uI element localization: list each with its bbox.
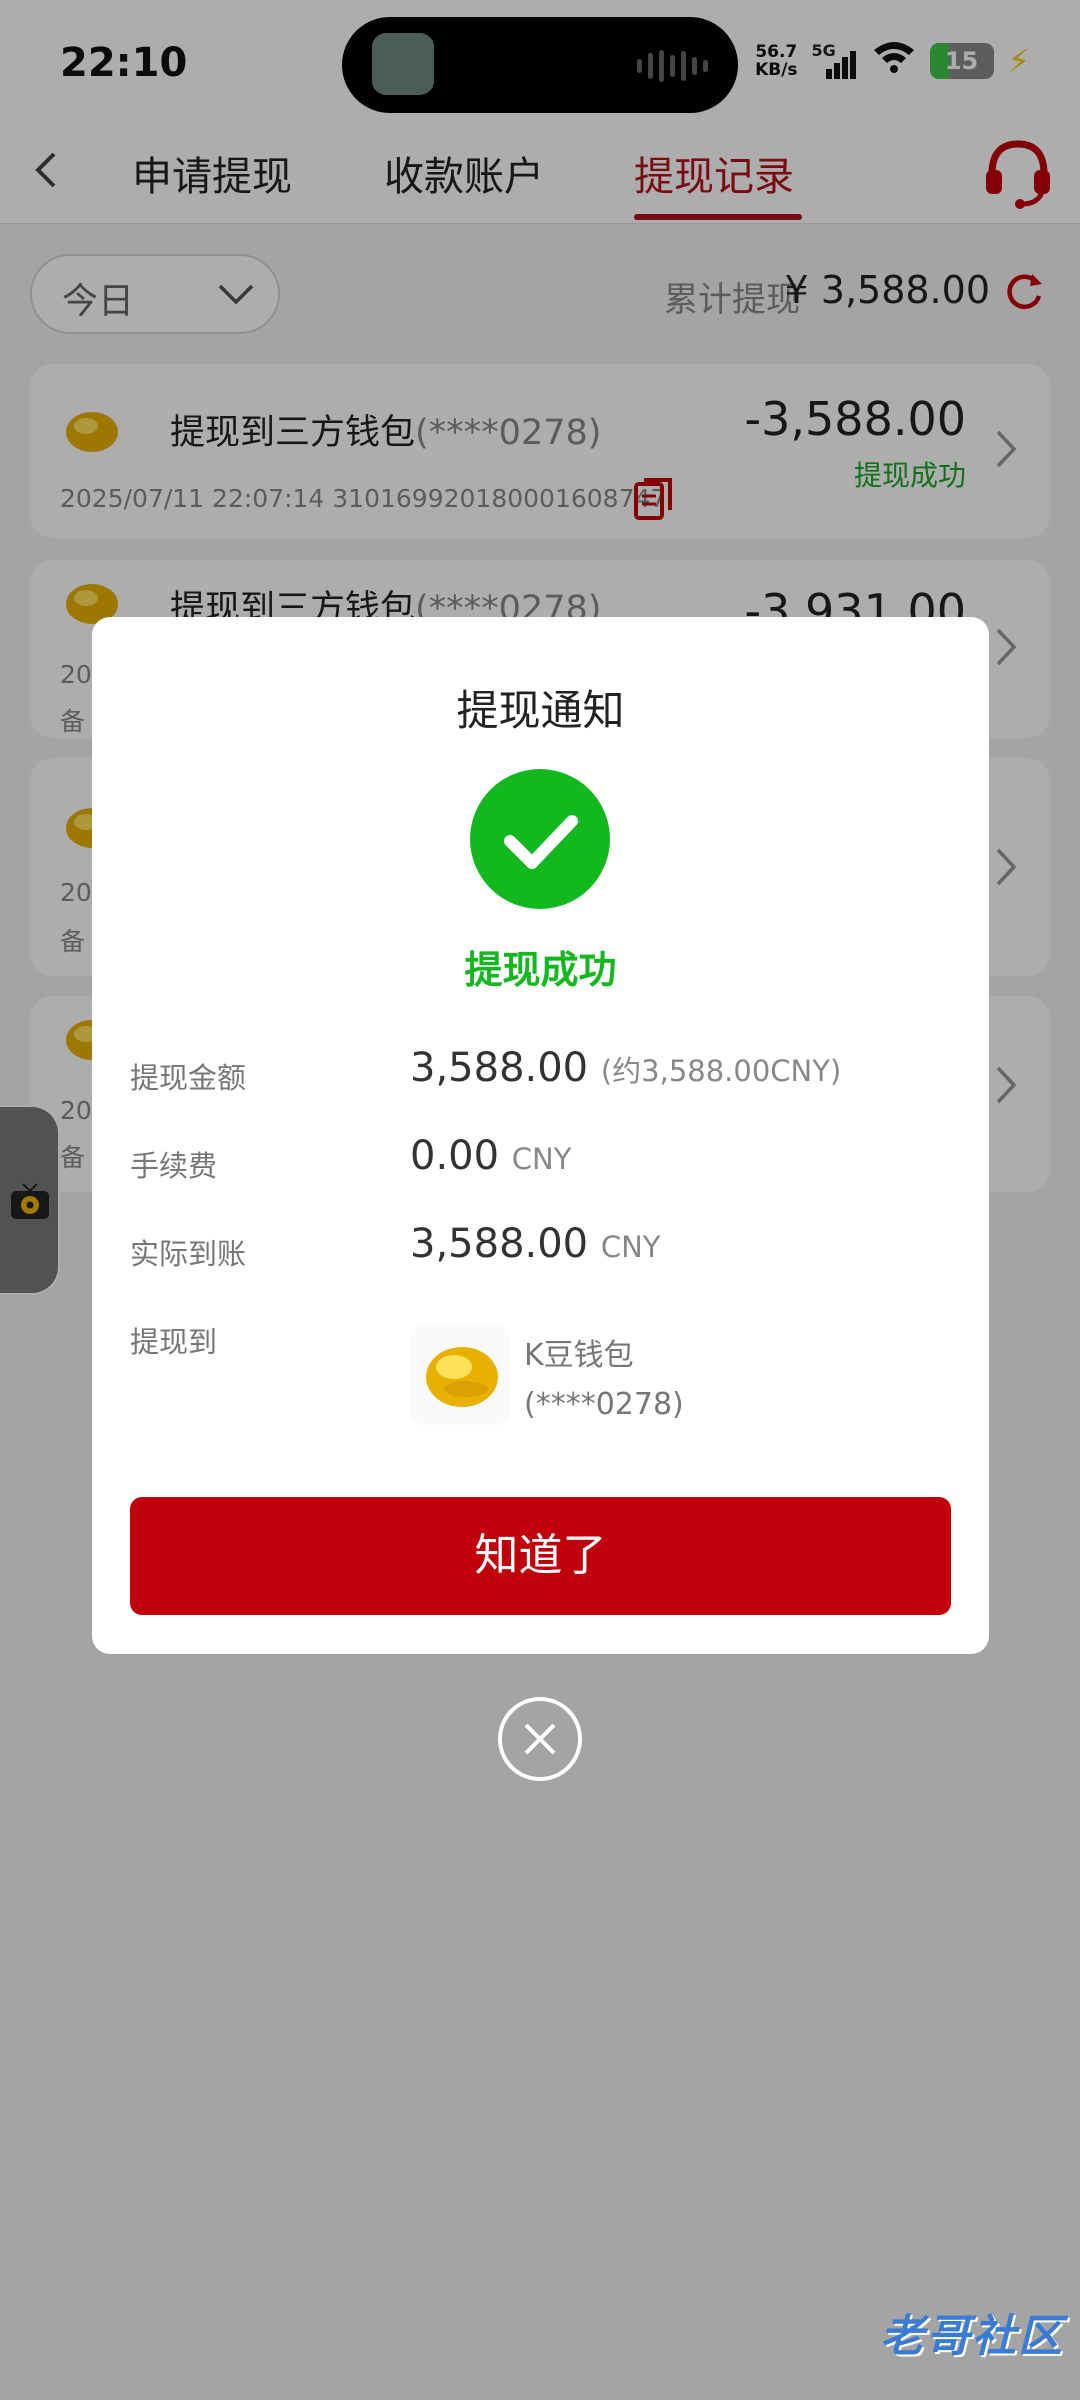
confirm-button[interactable]: 知道了 (130, 1497, 951, 1615)
dialog-title: 提现通知 (456, 686, 625, 735)
amount-value: 3,588.00 (约3,588.00CNY) (410, 1045, 842, 1091)
wallet-name: K豆钱包 (524, 1338, 634, 1373)
wallet-account: (****0278) (524, 1387, 684, 1422)
close-icon[interactable] (497, 1696, 583, 1782)
amount-label: 提现金额 (130, 1061, 247, 1095)
fee-label: 手续费 (130, 1149, 218, 1183)
k-bean-wallet-icon (410, 1325, 510, 1425)
withdraw-notice-dialog: 提现通知 提现成功 提现金额 3,588.00 (约3,588.00CNY) 手… (92, 617, 989, 1654)
fee-value: 0.00 CNY (410, 1133, 572, 1179)
withdraw-to-label: 提现到 (130, 1325, 218, 1359)
success-check-icon (470, 769, 610, 909)
watermark-logo: 老哥社区 (880, 2311, 1064, 2362)
received-value: 3,588.00 CNY (410, 1221, 661, 1267)
success-status: 提现成功 (464, 948, 617, 992)
received-label: 实际到账 (130, 1237, 247, 1271)
